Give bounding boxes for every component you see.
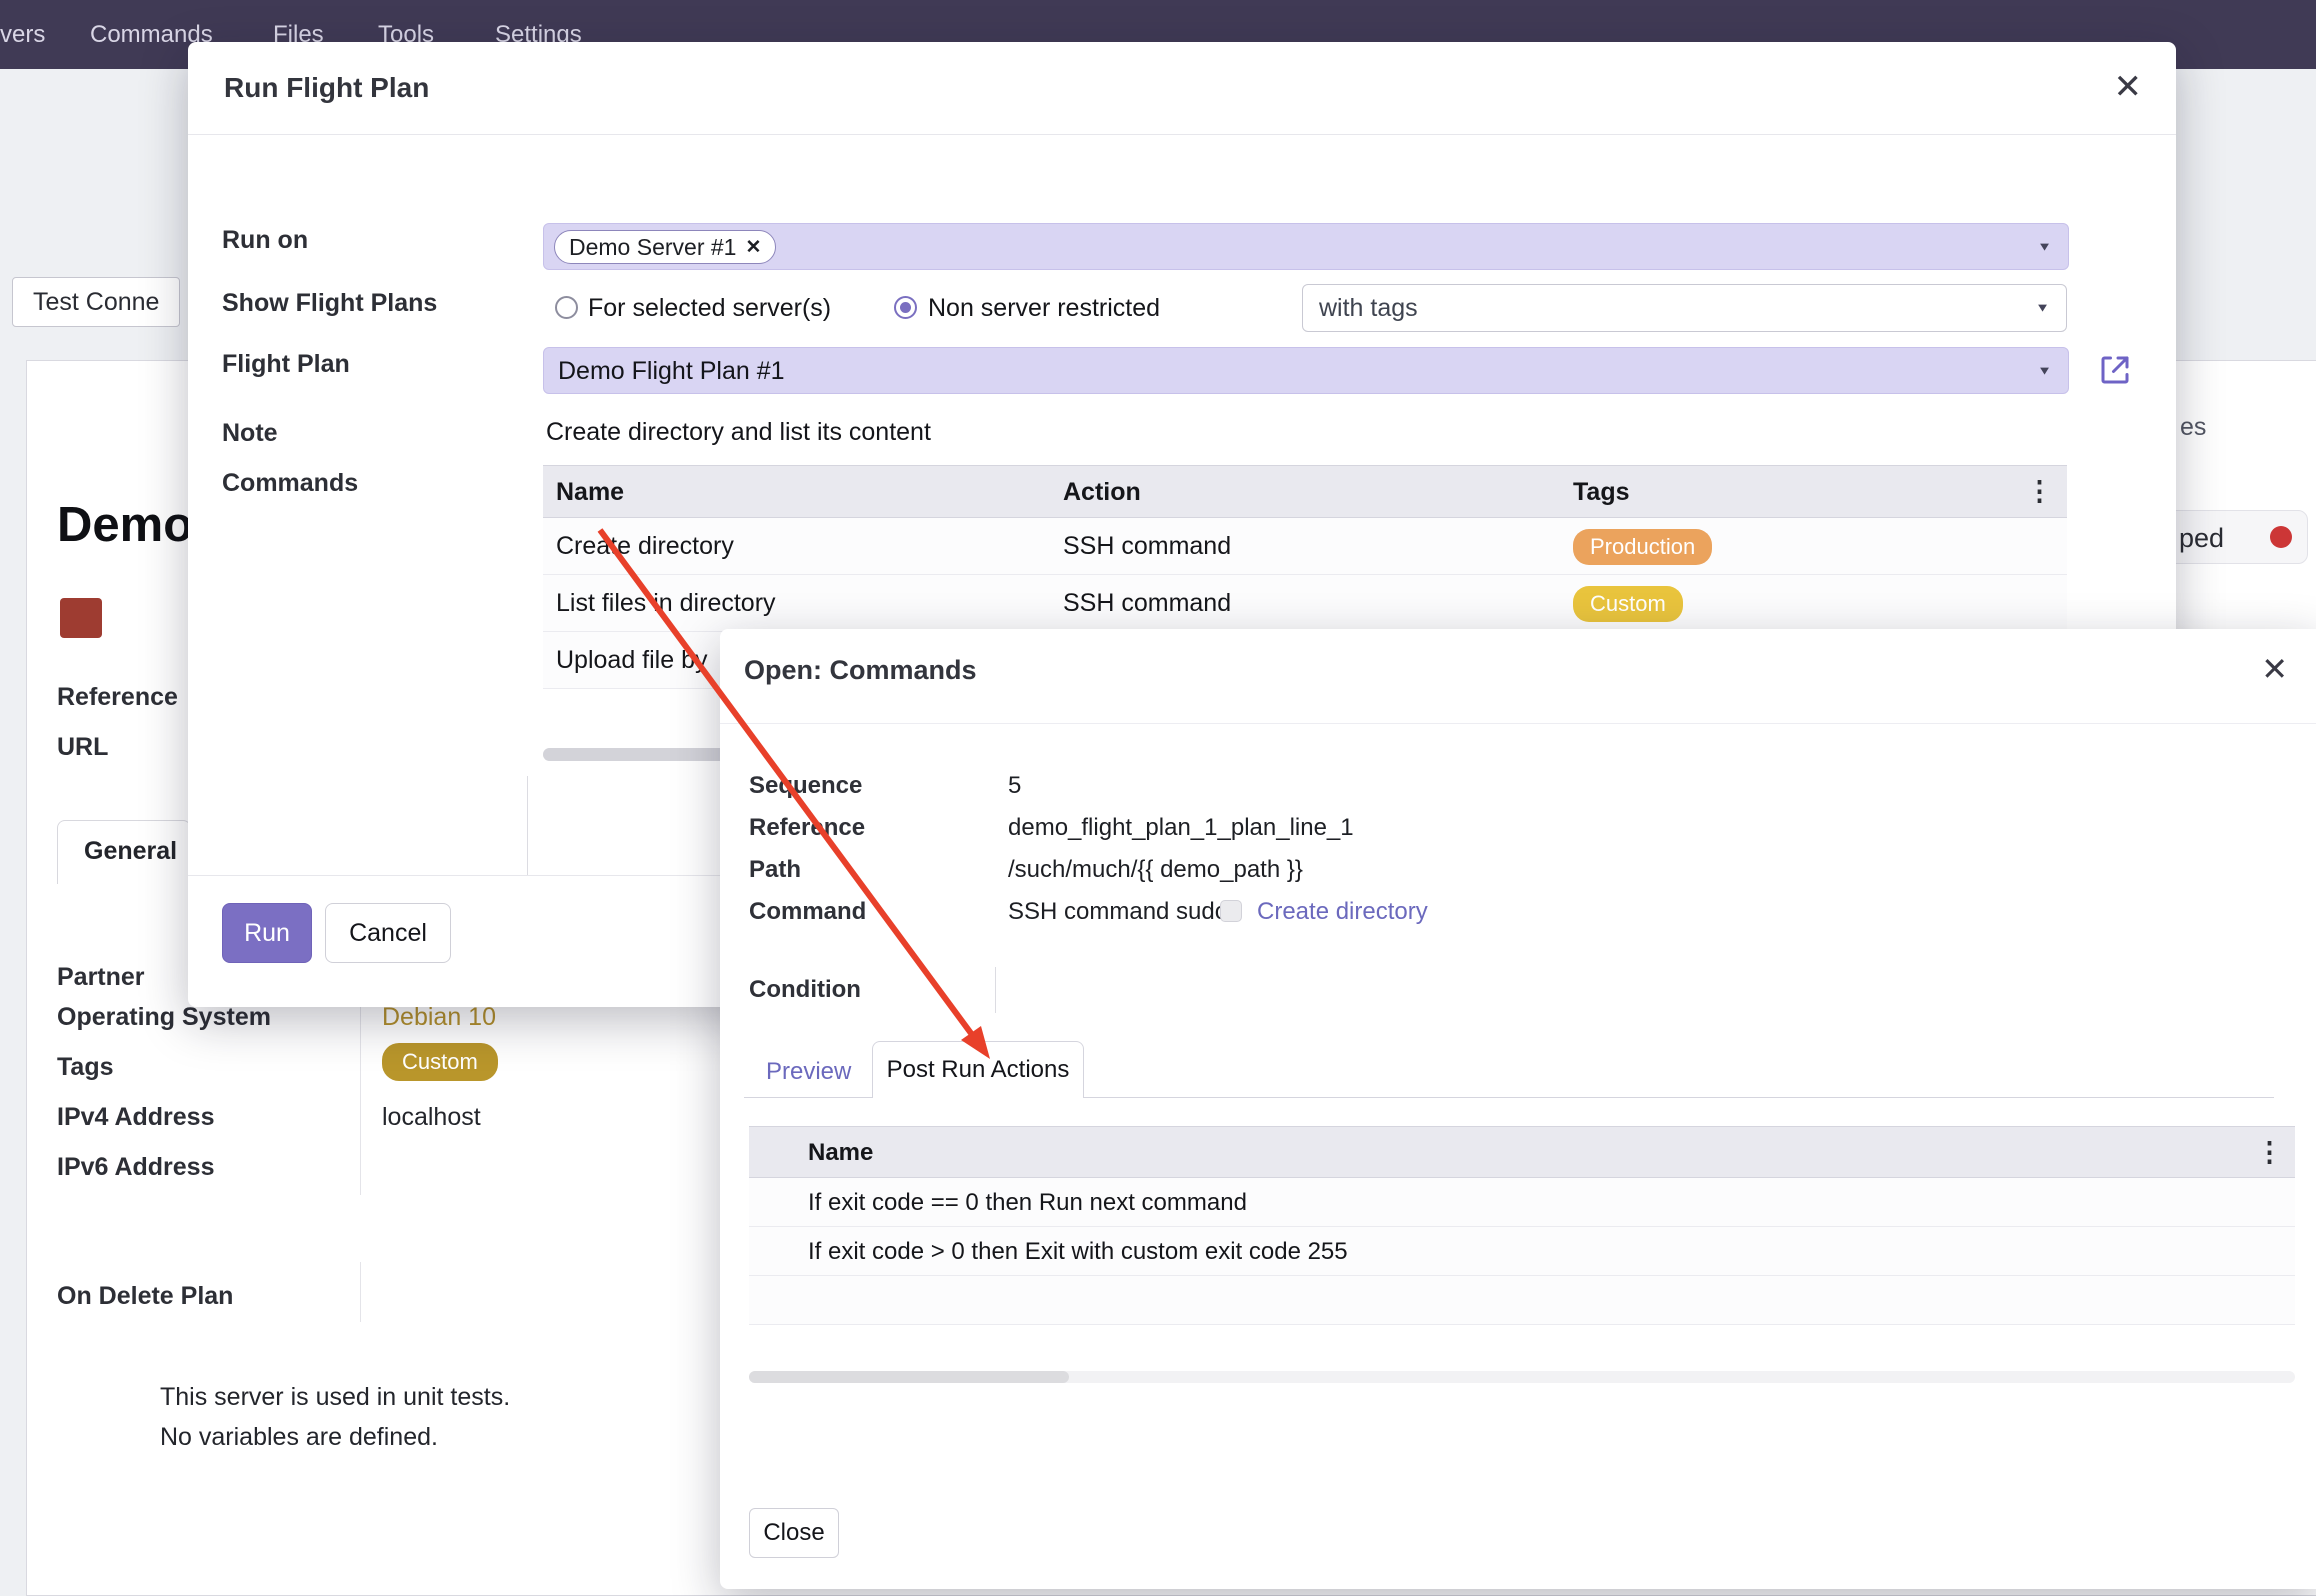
- external-link-icon[interactable]: [2097, 352, 2133, 388]
- chevron-down-icon[interactable]: ▼: [2037, 364, 2052, 378]
- tag-badge-production: Production: [1573, 529, 1712, 565]
- radio-for-selected-servers[interactable]: [555, 296, 578, 319]
- radio-selected-dot: [900, 302, 911, 313]
- row-action: SSH command: [1063, 532, 1231, 561]
- ipv4-value: localhost: [382, 1103, 481, 1132]
- label-commands: Commands: [222, 469, 358, 498]
- label-command: Command: [749, 898, 866, 926]
- close-button[interactable]: Close: [749, 1508, 839, 1558]
- reference-value: demo_flight_plan_1_plan_line_1: [1008, 814, 1354, 842]
- post-run-actions-table: Name ⋮ If exit code == 0 then Run next c…: [749, 1126, 2295, 1325]
- radio-for-selected-servers-label: For selected server(s): [588, 294, 831, 323]
- radio-non-server-restricted-label: Non server restricted: [928, 294, 1160, 323]
- condition-field-separator: [995, 967, 996, 1013]
- tab-general[interactable]: General: [57, 820, 191, 884]
- close-icon[interactable]: ✕: [2261, 653, 2288, 685]
- commands-table-header: Name Action Tags ⋮: [543, 465, 2067, 518]
- path-value: /such/much/{{ demo_path }}: [1008, 856, 1303, 884]
- table-row[interactable]: If exit code == 0 then Run next command: [749, 1178, 2295, 1227]
- open-commands-modal: Open: Commands ✕ Sequence 5 Reference de…: [720, 629, 2316, 1589]
- nav-item-servers[interactable]: vers: [0, 0, 45, 69]
- status-red-dot-icon: [2270, 526, 2292, 548]
- label-flight-plan: Flight Plan: [222, 350, 350, 379]
- kebab-menu-icon[interactable]: ⋮: [2256, 1137, 2283, 1168]
- row-action: SSH command: [1063, 589, 1231, 618]
- tab-post-run-actions[interactable]: Post Run Actions: [872, 1041, 1084, 1098]
- field-separator-line-2: [360, 1262, 361, 1322]
- chip-remove-icon[interactable]: ✕: [745, 236, 761, 259]
- commands-modal-header: Open: Commands ✕: [720, 629, 2316, 724]
- label-run-on: Run on: [222, 226, 308, 255]
- field-label-reference: Reference: [57, 683, 178, 712]
- server-chip-label: Demo Server #1: [569, 234, 736, 261]
- row-name: Upload file by: [556, 646, 707, 675]
- status-stopped-badge[interactable]: ped: [2160, 510, 2308, 564]
- note-field-separator: [527, 776, 528, 876]
- note-value: Create directory and list its content: [546, 418, 931, 447]
- table-row[interactable]: List files in directory SSH command Cust…: [543, 575, 2067, 632]
- operating-system-value[interactable]: Debian 10: [382, 1003, 496, 1032]
- field-label-ipv6: IPv6 Address: [57, 1153, 214, 1182]
- run-modal-title: Run Flight Plan: [224, 72, 429, 104]
- tab-general-label: General: [84, 837, 177, 866]
- chevron-down-icon[interactable]: ▼: [2035, 301, 2050, 315]
- field-label-url: URL: [57, 733, 108, 762]
- label-show-flight-plans: Show Flight Plans: [222, 289, 437, 318]
- field-label-on-delete-plan: On Delete Plan: [57, 1282, 233, 1311]
- table-row[interactable]: If exit code > 0 then Exit with custom e…: [749, 1227, 2295, 1276]
- label-reference: Reference: [749, 814, 865, 842]
- label-path: Path: [749, 856, 801, 884]
- radio-non-server-restricted[interactable]: [894, 296, 917, 319]
- row-name: Create directory: [556, 532, 734, 561]
- col-header-name[interactable]: Name: [808, 1139, 873, 1167]
- sudo-checkbox[interactable]: [1220, 900, 1242, 922]
- action-rule: If exit code > 0 then Exit with custom e…: [808, 1238, 1348, 1266]
- server-chip[interactable]: Demo Server #1 ✕: [554, 230, 776, 264]
- run-on-server-field[interactable]: Demo Server #1 ✕ ▼: [543, 223, 2069, 270]
- label-condition: Condition: [749, 976, 861, 1004]
- field-label-operating-system: Operating System: [57, 1003, 271, 1032]
- record-title: Demo: [57, 497, 193, 553]
- unit-test-note-line2: No variables are defined.: [160, 1423, 438, 1452]
- label-note: Note: [222, 419, 278, 448]
- command-link[interactable]: Create directory: [1257, 898, 1428, 926]
- flight-plan-select[interactable]: Demo Flight Plan #1 ▼: [543, 347, 2069, 394]
- commands-modal-title: Open: Commands: [744, 655, 977, 686]
- field-label-partner: Partner: [57, 963, 145, 992]
- run-modal-header: Run Flight Plan ✕: [188, 42, 2176, 135]
- row-name: List files in directory: [556, 589, 776, 618]
- label-sequence: Sequence: [749, 772, 862, 800]
- col-header-name[interactable]: Name: [556, 478, 624, 507]
- kebab-menu-icon[interactable]: ⋮: [2026, 476, 2053, 507]
- with-tags-value: with tags: [1319, 294, 1418, 323]
- cancel-button[interactable]: Cancel: [325, 903, 451, 963]
- col-header-action[interactable]: Action: [1063, 478, 1141, 507]
- tab-preview[interactable]: Preview: [766, 1058, 851, 1086]
- table-row[interactable]: Create directory SSH command Production: [543, 518, 2067, 575]
- chevron-down-icon[interactable]: ▼: [2037, 240, 2052, 254]
- color-swatch[interactable]: [60, 598, 102, 638]
- horizontal-scrollbar[interactable]: [749, 1371, 2295, 1383]
- tag-badge-custom: Custom: [1573, 586, 1683, 622]
- with-tags-select[interactable]: with tags ▼: [1302, 284, 2067, 332]
- run-button[interactable]: Run: [222, 903, 312, 963]
- sequence-value: 5: [1008, 772, 1021, 800]
- tags-custom-badge[interactable]: Custom: [382, 1043, 498, 1081]
- status-badge-label: ped: [2179, 523, 2224, 554]
- field-label-ipv4: IPv4 Address: [57, 1103, 214, 1132]
- flight-plan-value: Demo Flight Plan #1: [558, 357, 785, 386]
- command-value: SSH command sudo: [1008, 898, 1228, 926]
- scrollbar-thumb[interactable]: [749, 1371, 1069, 1383]
- col-header-tags[interactable]: Tags: [1573, 478, 1630, 507]
- partial-right-text: es: [2180, 413, 2206, 442]
- actions-table-header: Name ⋮: [749, 1126, 2295, 1178]
- table-row-empty: [749, 1276, 2295, 1325]
- action-rule: If exit code == 0 then Run next command: [808, 1189, 1247, 1217]
- field-label-tags: Tags: [57, 1053, 114, 1082]
- test-connection-button[interactable]: Test Conne: [12, 277, 180, 327]
- unit-test-note-line1: This server is used in unit tests.: [160, 1383, 510, 1412]
- close-icon[interactable]: ✕: [2114, 70, 2143, 104]
